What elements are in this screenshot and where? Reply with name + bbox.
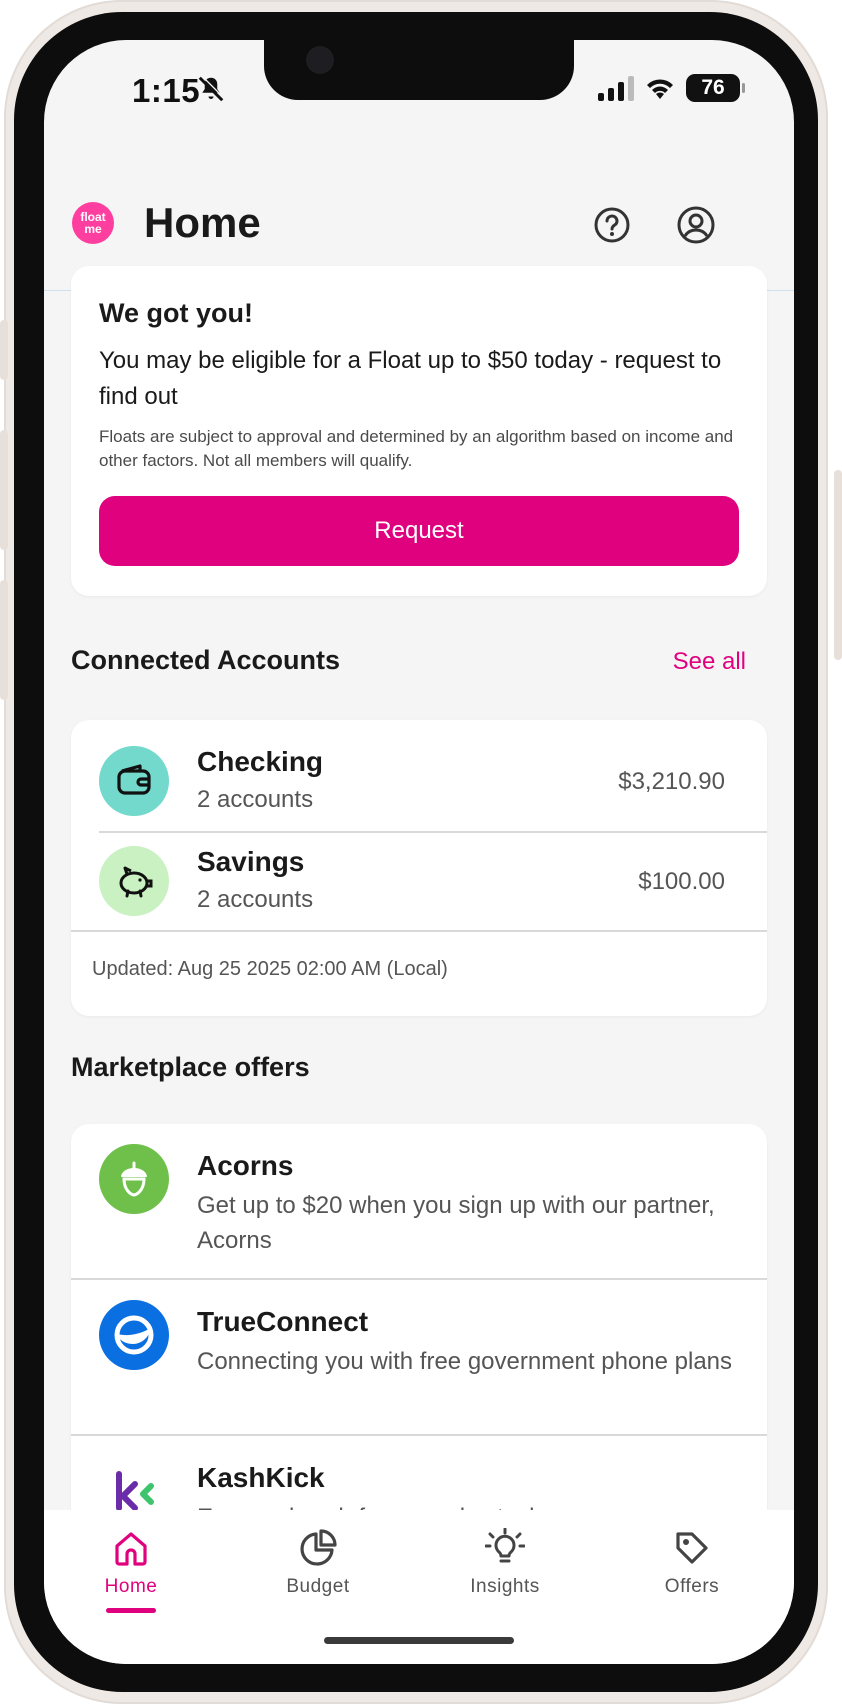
screen: 1:15 76 float me Home We got you! You ma… [44,40,794,1664]
account-name: Savings [197,846,305,877]
account-balance: $3,210.90 [618,768,725,795]
pie-chart-icon [300,1529,337,1566]
tag-icon [676,1532,708,1564]
piggy-bank-icon [99,846,169,916]
promo-title: We got you! [99,298,253,328]
wifi-icon [647,79,673,99]
nav-offers[interactable]: Offers [632,1528,752,1598]
request-button[interactable]: Request [99,496,739,566]
home-icon [115,1532,147,1566]
account-balance: $100.00 [638,868,725,895]
power-button [834,470,842,660]
mute-switch [0,320,8,380]
marketplace-offers-title: Marketplace offers [71,1052,310,1082]
account-name: Checking [197,746,324,777]
marketplace-offers-card: Acorns Get up to $20 when you sign up wi… [71,1124,767,1564]
front-camera [306,46,334,74]
nav-label: Offers [664,1576,720,1597]
cellular-signal-icon [598,75,634,101]
promo-fine-print: Floats are subject to approval and deter… [99,427,734,470]
connected-accounts-title: Connected Accounts [71,645,341,675]
offer-description: Get up to $20 when you sign up with our … [197,1192,715,1254]
promo-body: You may be eligible for a Float up to $5… [99,347,722,410]
account-row-checking[interactable]: Checking 2 accounts $3,210.90 [71,720,767,820]
active-tab-indicator [106,1608,156,1613]
offer-row-acorns[interactable]: Acorns Get up to $20 when you sign up wi… [71,1124,767,1279]
volume-down-button [0,580,8,700]
wallet-icon [99,746,169,816]
status-indicators: 76 [598,74,745,102]
logo-text: float me [80,210,106,236]
profile-icon[interactable] [676,205,716,245]
nav-insights[interactable]: Insights [445,1528,565,1598]
nav-label: Budget [286,1576,350,1597]
floatme-logo[interactable]: float me [72,202,114,244]
account-count: 2 accounts [197,886,314,913]
trueconnect-logo-icon [99,1300,169,1370]
status-bar: 1:15 76 [44,40,794,150]
offer-name: Acorns [197,1150,294,1181]
status-time: 1:15 [132,72,201,109]
battery-icon: 76 [686,74,745,102]
nav-label: Home [104,1576,158,1597]
home-indicator [324,1637,514,1644]
acorns-logo-icon [99,1144,169,1214]
connected-accounts-card: Checking 2 accounts $3,210.90 Savings 2 … [71,720,767,1016]
offer-name: KashKick [197,1462,325,1493]
offer-description: Connecting you with free government phon… [197,1348,733,1375]
last-updated-text: Updated: Aug 25 2025 02:00 AM (Local) [92,958,448,980]
nav-home[interactable]: Home [71,1528,191,1613]
offer-row-trueconnect[interactable]: TrueConnect Connecting you with free gov… [71,1280,767,1435]
bell-off-icon [198,75,225,102]
float-offer-card: We got you! You may be eligible for a Fl… [71,266,767,596]
volume-up-button [0,430,8,550]
page-title: Home [144,199,261,246]
notch [264,40,574,100]
nav-budget[interactable]: Budget [258,1528,378,1598]
battery-level: 76 [701,76,725,99]
lightbulb-icon [485,1528,525,1563]
divider [71,930,767,932]
account-count: 2 accounts [197,786,314,813]
account-row-savings[interactable]: Savings 2 accounts $100.00 [71,820,767,920]
offer-name: TrueConnect [197,1306,369,1337]
help-icon[interactable] [592,205,632,245]
see-all-link[interactable]: See all [673,648,746,676]
bottom-navigation: Home Budget Insights Offers [44,1510,794,1664]
nav-label: Insights [470,1576,540,1597]
